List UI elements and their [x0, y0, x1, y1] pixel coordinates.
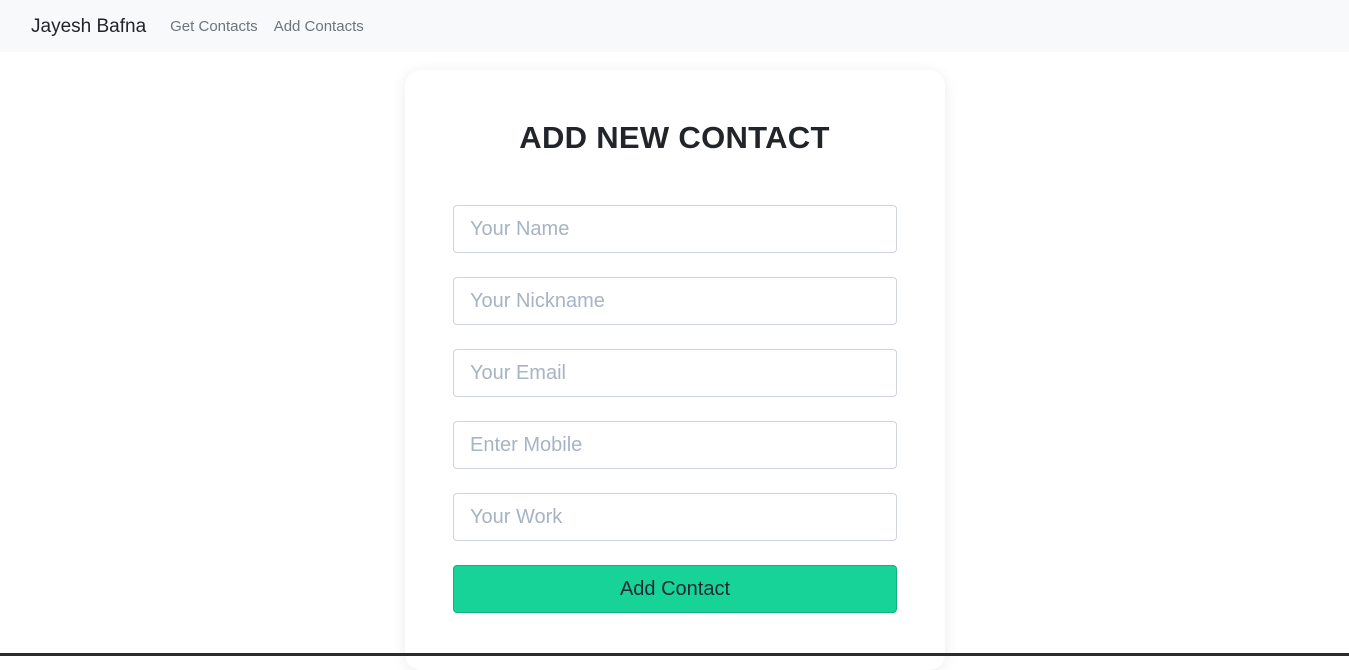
brand-link[interactable]: Jayesh Bafna — [31, 17, 146, 36]
email-input[interactable] — [453, 349, 897, 397]
nickname-input[interactable] — [453, 277, 897, 325]
nav-link-get-contacts[interactable]: Get Contacts — [170, 19, 258, 34]
mobile-input[interactable] — [453, 421, 897, 469]
add-contact-button[interactable]: Add Contact — [453, 565, 897, 613]
name-input[interactable] — [453, 205, 897, 253]
navbar: Jayesh Bafna Get Contacts Add Contacts — [0, 0, 1349, 52]
nav-link-add-contacts[interactable]: Add Contacts — [274, 19, 364, 34]
work-input[interactable] — [453, 493, 897, 541]
page-title: ADD NEW CONTACT — [519, 120, 830, 155]
